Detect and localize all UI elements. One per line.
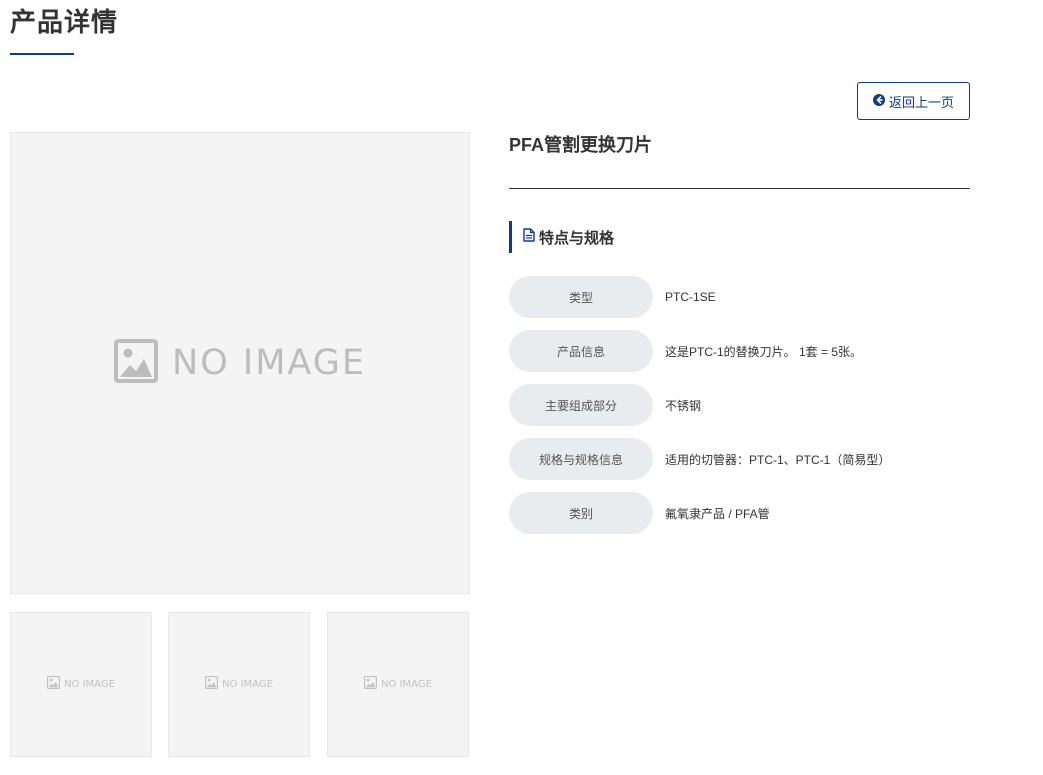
- spec-value: 氟氧隶产品 / PFA管: [665, 506, 770, 521]
- spec-value: PTC-1SE: [665, 290, 716, 304]
- product-detail-page: 产品详情 返回上一页 NO IMAGE NO IMAGE NO IMAGE NO…: [0, 0, 1043, 775]
- image-placeholder-icon: [205, 675, 219, 694]
- product-name: PFA管割更换刀片: [509, 135, 653, 155]
- spec-label: 规格与规格信息: [509, 438, 653, 480]
- specs-section-heading: 特点与规格: [509, 221, 614, 253]
- document-icon: [523, 228, 539, 246]
- spec-row: 主要组成部分 不锈钢: [509, 384, 701, 426]
- image-placeholder-icon: [364, 675, 378, 694]
- image-placeholder-icon: [47, 675, 61, 694]
- spec-label: 产品信息: [509, 330, 653, 372]
- spec-value: 不锈钢: [665, 398, 702, 413]
- spec-label: 类别: [509, 492, 653, 534]
- spec-value: 适用的切管器：PTC-1、PTC-1（简易型）: [665, 452, 891, 467]
- image-placeholder-icon: [114, 338, 159, 388]
- specs-section-title: 特点与规格: [539, 229, 615, 247]
- thumbnail-1[interactable]: NO IMAGE: [10, 612, 152, 757]
- spec-label: 主要组成部分: [509, 384, 653, 426]
- thumbnail-placeholder-text: NO IMAGE: [222, 679, 273, 690]
- thumbnail-2[interactable]: NO IMAGE: [168, 612, 310, 757]
- main-image-placeholder-text: NO IMAGE: [172, 343, 366, 383]
- back-button-label: 返回上一页: [888, 94, 954, 110]
- spec-row: 产品信息 这是PTC-1的替换刀片。 1套 = 5张。: [509, 330, 862, 372]
- main-product-image[interactable]: NO IMAGE: [10, 132, 470, 594]
- spec-row: 类型 PTC-1SE: [509, 276, 716, 318]
- thumbnail-placeholder-text: NO IMAGE: [381, 679, 432, 690]
- thumbnail-placeholder-text: NO IMAGE: [64, 679, 115, 690]
- spec-row: 规格与规格信息 适用的切管器：PTC-1、PTC-1（简易型）: [509, 438, 890, 480]
- back-button[interactable]: 返回上一页: [857, 82, 970, 120]
- spec-value: 这是PTC-1的替换刀片。 1套 = 5张。: [665, 344, 863, 359]
- thumbnail-3[interactable]: NO IMAGE: [327, 612, 469, 757]
- product-name-divider: [509, 188, 970, 189]
- arrow-circle-left-icon: [872, 93, 889, 109]
- page-title: 产品详情: [10, 7, 119, 37]
- title-underline: [10, 53, 74, 55]
- spec-label: 类型: [509, 276, 653, 318]
- spec-row: 类别 氟氧隶产品 / PFA管: [509, 492, 770, 534]
